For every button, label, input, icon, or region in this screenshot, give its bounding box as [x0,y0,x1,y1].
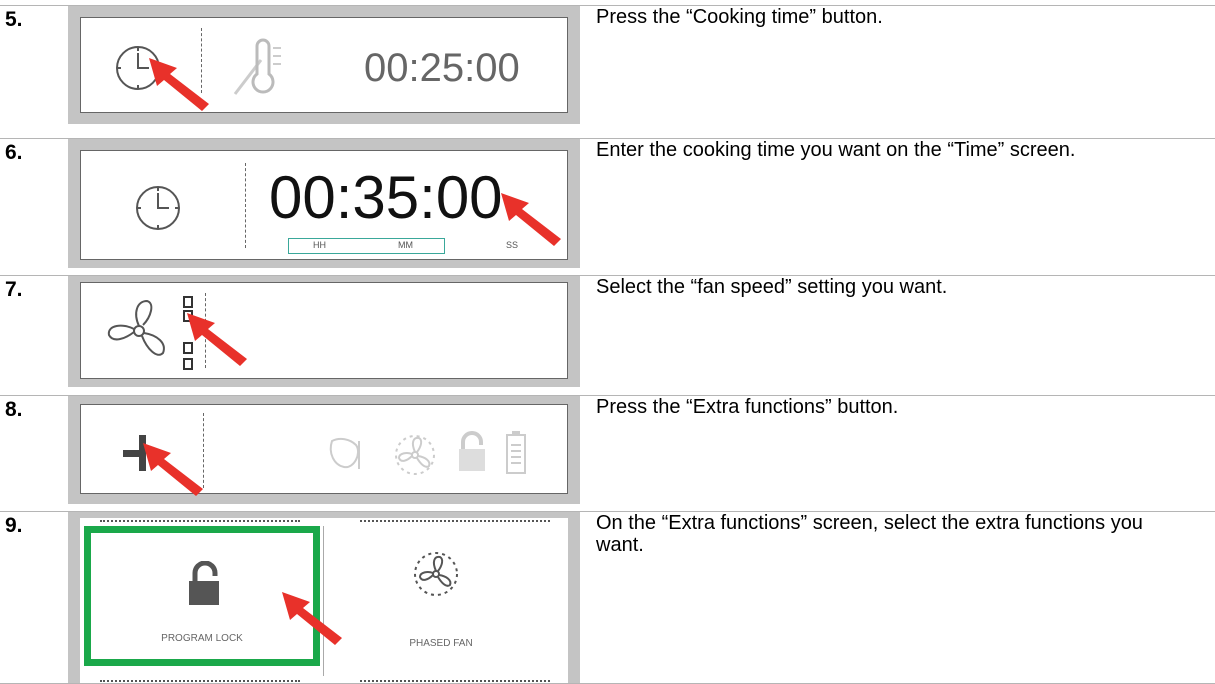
phased-fan-icon [412,550,460,598]
battery-icon [505,429,527,475]
step-screenshot: PROGRAM LOCK PHASED FAN [68,512,580,684]
step-number: 8. [5,398,23,421]
step-screenshot [68,276,580,387]
bottom-dashed-line-right [360,680,550,682]
cooking-time-display: 00:25:00 [364,46,520,90]
display-panel: 00:25:00 [80,17,568,113]
step-description: Press the “Cooking time” button. [596,6,883,28]
pointer-arrow [280,590,346,646]
clock-icon [133,183,183,233]
lock-icon [455,431,489,473]
step-screenshot [68,396,580,504]
time-field-box [288,238,445,254]
phased-fan-tile[interactable]: PHASED FAN [326,526,566,676]
lock-icon [185,561,223,607]
time-entry-display[interactable]: 00:35:00 [269,165,503,231]
phased-fan-label: PHASED FAN [409,638,473,649]
display-panel: PROGRAM LOCK PHASED FAN [80,518,568,684]
step-screenshot: 00:35:00 HH MM SS [68,139,580,268]
hours-label: HH [313,240,326,250]
display-panel [80,282,568,379]
fan-icon [103,295,175,367]
top-dashed-line-left [100,520,300,522]
step-number: 6. [5,141,23,164]
core-probe-icon [231,36,286,98]
step-number: 5. [5,8,23,31]
top-dashed-line-right [360,520,550,522]
minutes-label: MM [398,240,413,250]
pointer-arrow [141,441,207,497]
step-description: Enter the cooking time you want on the “… [596,139,1076,161]
phased-fan-icon [393,433,437,477]
step-row-7: 7. Select the “fan speed” setting you wa… [0,275,1215,388]
step-row-9: 9. PROGRAM LOCK PHASED FAN On the “Extra… [0,511,1215,684]
pointer-arrow [147,56,213,112]
display-panel: 00:35:00 HH MM SS [80,150,568,260]
step-screenshot: 00:25:00 [68,6,580,124]
pointer-arrow [499,191,565,247]
bottom-dashed-line-left [100,680,300,682]
display-panel [80,404,568,497]
step-description: Press the “Extra functions” button. [596,396,899,418]
pointer-arrow [185,311,251,367]
humidity-icon [326,435,366,473]
step-row-6: 6. 00:35:00 HH MM SS Enter the cooking t… [0,138,1215,269]
step-row-8: 8. Press the “Extra functions” button. [0,395,1215,505]
step-description: Select the “fan speed” setting you want. [596,276,948,298]
step-number: 9. [5,514,23,537]
step-row-5: 5. 00:25:00 Press the “Cooking time” but… [0,5,1215,125]
step-description: On the “Extra functions” screen, select … [596,512,1143,556]
divider [245,163,246,248]
step-number: 7. [5,278,23,301]
